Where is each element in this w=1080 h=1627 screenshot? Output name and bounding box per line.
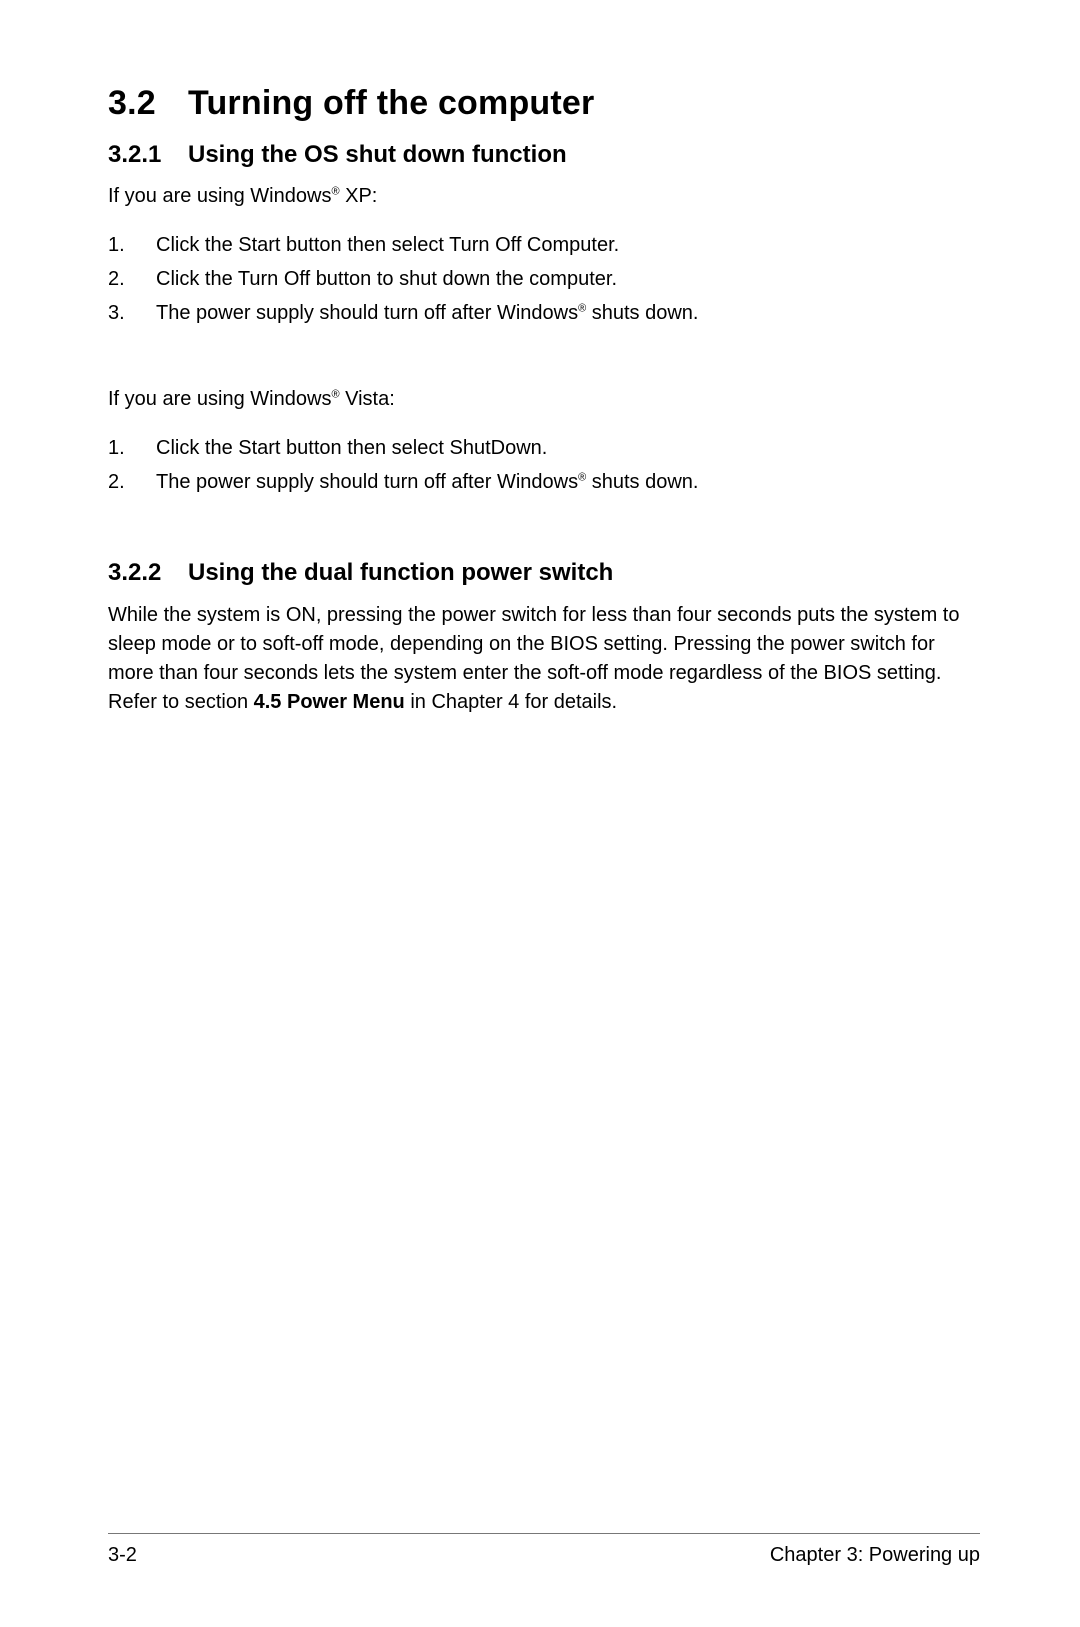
subsection-2-number: 3.2.2 [108, 559, 188, 587]
page-footer: 3-2 Chapter 3: Powering up [108, 1533, 980, 1567]
xp-intro: If you are using Windows® XP: [108, 183, 980, 210]
section-number: 3.2 [108, 84, 188, 123]
reference-bold: 4.5 Power Menu [254, 691, 405, 713]
xp-steps-list: 1.Click the Start button then select Tur… [108, 228, 980, 330]
power-switch-paragraph: While the system is ON, pressing the pow… [108, 601, 980, 717]
registered-icon: ® [578, 471, 586, 483]
subsection-heading-2: 3.2.2 Using the dual function power swit… [108, 559, 980, 587]
chapter-label: Chapter 3: Powering up [770, 1544, 980, 1567]
vista-steps-list: 1.Click the Start button then select Shu… [108, 431, 980, 499]
subsection-2-title: Using the dual function power switch [188, 559, 613, 587]
registered-icon: ® [578, 302, 586, 314]
vista-intro: If you are using Windows® Vista: [108, 386, 980, 413]
subsection-heading-1: 3.2.1 Using the OS shut down function [108, 141, 980, 169]
registered-icon: ® [331, 388, 339, 400]
registered-icon: ® [331, 185, 339, 197]
list-item: 3.The power supply should turn off after… [108, 296, 980, 330]
list-item: 1.Click the Start button then select Shu… [108, 431, 980, 465]
list-item: 2.Click the Turn Off button to shut down… [108, 262, 980, 296]
section-title: Turning off the computer [188, 84, 594, 123]
list-item: 1.Click the Start button then select Tur… [108, 228, 980, 262]
subsection-1-number: 3.2.1 [108, 141, 188, 169]
subsection-1-title: Using the OS shut down function [188, 141, 567, 169]
section-heading: 3.2 Turning off the computer [108, 84, 980, 123]
document-page: 3.2 Turning off the computer 3.2.1 Using… [0, 0, 1080, 1627]
list-item: 2.The power supply should turn off after… [108, 465, 980, 499]
page-number: 3-2 [108, 1544, 137, 1567]
